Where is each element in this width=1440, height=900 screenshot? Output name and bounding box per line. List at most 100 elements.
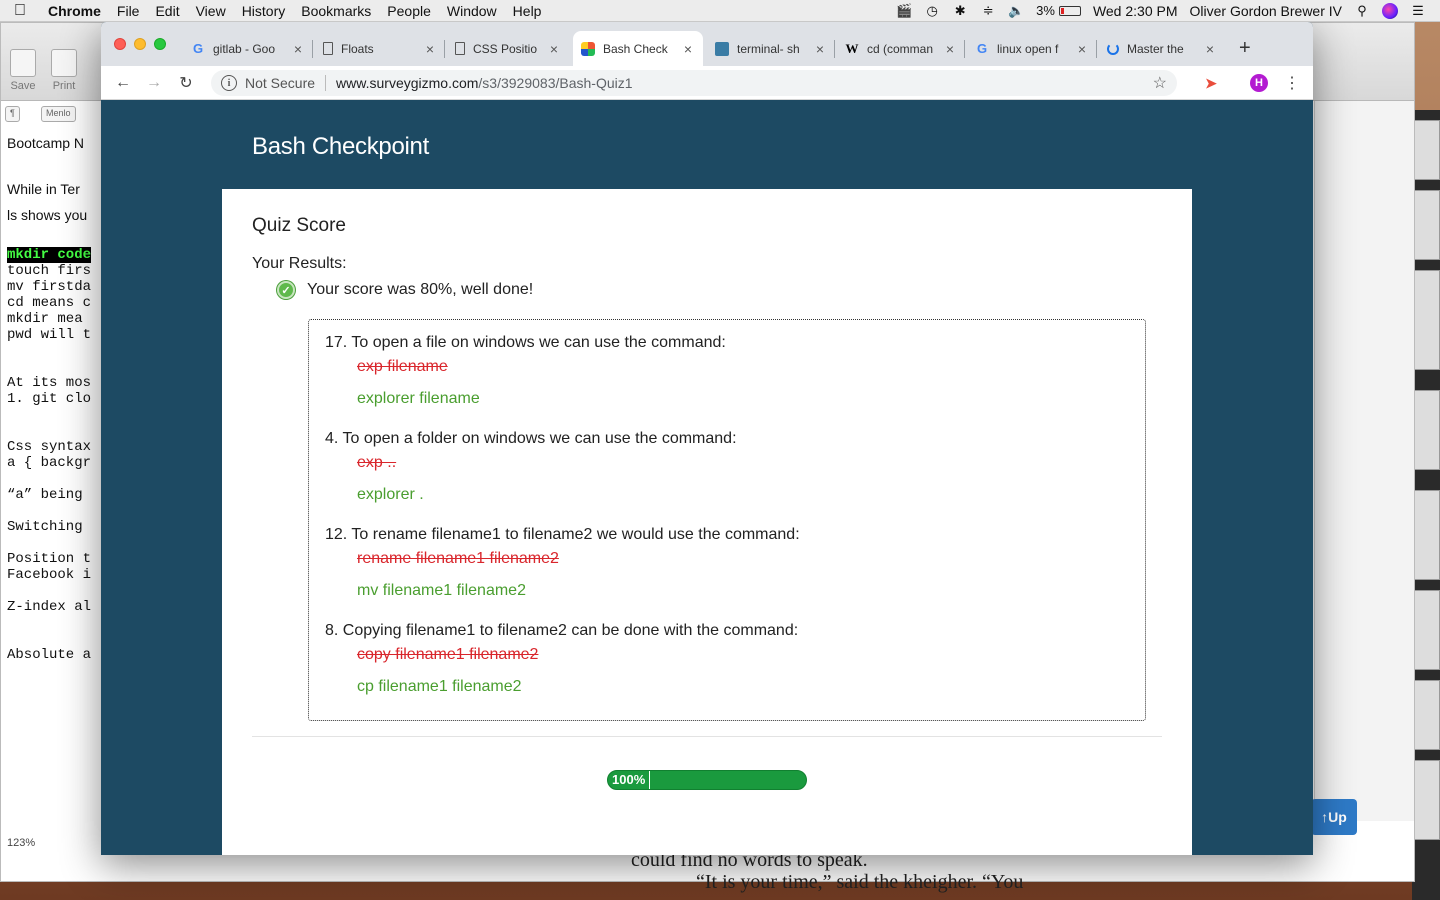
document-icon [323, 42, 333, 55]
editor-line: cd means c [7, 295, 92, 311]
security-label[interactable]: Not Secure [245, 75, 315, 91]
menu-help[interactable]: Help [505, 3, 550, 19]
volume-icon[interactable]: 🔈 [1008, 3, 1024, 18]
up-arrow-icon: ↑ [1321, 809, 1329, 825]
check-icon: ✓ [277, 281, 295, 299]
new-tab-button[interactable]: + [1239, 37, 1251, 60]
up-button[interactable]: ↑ Up [1311, 799, 1357, 835]
terminal-site-icon [715, 41, 729, 56]
url-path: /s3/3929083/Bash-Quiz1 [478, 75, 633, 91]
menu-bookmarks[interactable]: Bookmarks [293, 3, 379, 19]
incorrect-answers-box: 17. To open a file on windows we can use… [308, 319, 1146, 721]
menu-user[interactable]: Oliver Gordon Brewer IV [1190, 3, 1343, 19]
address-bar[interactable]: i Not Secure www.surveygizmo.com /s3/392… [211, 70, 1177, 96]
question-text: 12. To rename filename1 to filename2 we … [325, 526, 800, 543]
tab-gitlab[interactable]: G gitlab - Goo × [183, 31, 313, 66]
question-item: 8. Copying filename1 to filename2 can be… [325, 622, 798, 696]
tab-strip: G gitlab - Goo × Floats × CSS Positio × … [101, 22, 1313, 66]
close-tab-icon[interactable]: × [1203, 41, 1217, 57]
quiz-score-heading: Quiz Score [252, 215, 346, 236]
desktop-file-thumbnail[interactable] [1414, 390, 1440, 470]
maximize-window-button[interactable] [154, 38, 166, 50]
wifi-icon[interactable]: ≑ [980, 3, 996, 18]
score-message: Your score was 80%, well done! [307, 281, 534, 298]
close-window-button[interactable] [114, 38, 126, 50]
back-button[interactable]: ← [112, 72, 134, 94]
tab-master-the[interactable]: Master the × [1099, 31, 1225, 66]
reload-button[interactable]: ↻ [175, 72, 197, 94]
editor-line: Absolute a [7, 647, 92, 663]
siri-icon[interactable] [1382, 2, 1398, 19]
close-tab-icon[interactable]: × [547, 41, 561, 57]
tab-floats[interactable]: Floats × [315, 31, 445, 66]
tab-terminal[interactable]: terminal- sh × [707, 31, 835, 66]
info-icon[interactable]: i [221, 75, 237, 91]
url-host: www.surveygizmo.com [336, 75, 479, 91]
browser-toolbar: ← → ↻ i Not Secure www.surveygizmo.com /… [101, 66, 1313, 100]
editor-line: ls shows you [7, 207, 88, 223]
close-tab-icon[interactable]: × [813, 41, 827, 57]
editor-print-button[interactable]: Print [46, 49, 82, 92]
tab-bash-checkpoint[interactable]: Bash Check × [573, 31, 703, 66]
progress-label: 100% [608, 771, 651, 789]
close-tab-icon[interactable]: × [291, 41, 305, 57]
progress-bar: 100% [607, 770, 807, 790]
desktop-file-thumbnail[interactable] [1414, 590, 1440, 670]
close-tab-icon[interactable]: × [681, 41, 695, 57]
desktop-file-thumbnail[interactable] [1414, 760, 1440, 840]
time-machine-icon[interactable]: ◷ [924, 3, 940, 18]
editor-line: mv firstda [7, 279, 92, 295]
menu-file[interactable]: File [109, 3, 148, 19]
extension-icon[interactable]: ➤ [1202, 74, 1220, 92]
menu-app-chrome[interactable]: Chrome [40, 3, 109, 19]
editor-line: Z-index al [7, 599, 92, 615]
desktop-file-thumbnail[interactable] [1414, 120, 1440, 180]
question-item: 12. To rename filename1 to filename2 we … [325, 526, 800, 600]
apple-icon[interactable]:  [0, 2, 40, 20]
editor-save-button[interactable]: Save [5, 49, 41, 92]
tab-css-position[interactable]: CSS Positio × [447, 31, 569, 66]
question-text: 8. Copying filename1 to filename2 can be… [325, 622, 799, 639]
correct-answer: explorer . [357, 486, 424, 503]
font-select[interactable]: Menlo [41, 106, 76, 122]
editor-side-pane [1314, 101, 1414, 821]
desktop-file-thumbnail[interactable] [1414, 270, 1440, 370]
profile-avatar[interactable]: H [1250, 74, 1268, 92]
editor-line: “a” being [7, 487, 83, 503]
bluetooth-icon[interactable]: ✱ [952, 3, 968, 18]
spotlight-search-icon[interactable]: ⚲ [1354, 3, 1370, 18]
your-answer: copy filename1 filename2 [357, 646, 539, 663]
bookmark-star-icon[interactable]: ☆ [1153, 73, 1167, 93]
menu-clock[interactable]: Wed 2:30 PM [1093, 3, 1178, 19]
close-tab-icon[interactable]: × [423, 41, 437, 57]
desktop-file-thumbnail[interactable] [1414, 490, 1440, 580]
forward-button[interactable]: → [143, 72, 165, 94]
tab-cd-command[interactable]: W cd (comman × [837, 31, 965, 66]
menu-people[interactable]: People [379, 3, 439, 19]
notification-center-icon[interactable]: ☰ [1410, 3, 1426, 18]
editor-line: mkdir code [7, 247, 92, 263]
screen-recorder-icon[interactable]: 🎬 [896, 3, 912, 18]
menu-edit[interactable]: Edit [147, 3, 187, 19]
editor-line: touch firs [7, 263, 92, 279]
menu-history[interactable]: History [234, 3, 294, 19]
desktop-file-thumbnail[interactable] [1414, 680, 1440, 750]
close-tab-icon[interactable]: × [1075, 41, 1089, 57]
minimize-window-button[interactable] [134, 38, 146, 50]
close-tab-icon[interactable]: × [943, 41, 957, 57]
menu-window[interactable]: Window [439, 3, 505, 19]
google-icon: G [976, 41, 988, 56]
print-icon [51, 49, 77, 77]
editor-line: a { backgr [7, 455, 92, 471]
chrome-menu-icon[interactable]: ⋮ [1283, 74, 1301, 92]
editor-zoom-level[interactable]: 123% [7, 837, 35, 849]
tab-linux-open[interactable]: G linux open f × [967, 31, 1097, 66]
correct-answer: mv filename1 filename2 [357, 582, 526, 599]
desktop-file-thumbnail[interactable] [1414, 190, 1440, 260]
your-answer: exp filename [357, 358, 448, 375]
score-row: ✓ Your score was 80%, well done! [277, 281, 533, 299]
menu-view[interactable]: View [188, 3, 234, 19]
battery-indicator[interactable]: 3% [1036, 3, 1081, 18]
paragraph-style-select[interactable]: ¶ [5, 106, 20, 122]
your-answer: rename filename1 filename2 [357, 550, 559, 567]
